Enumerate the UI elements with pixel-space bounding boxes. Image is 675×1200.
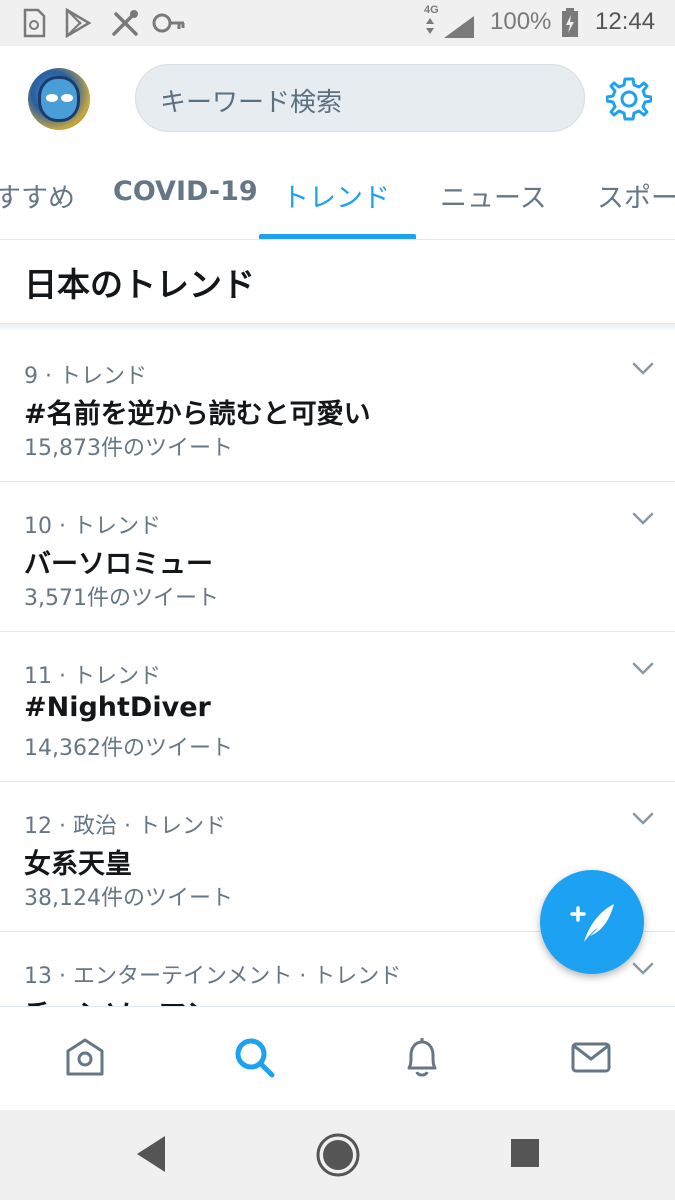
home-circle-icon[interactable] bbox=[315, 1132, 361, 1178]
trend-meta: 12 · 政治 · トレンド bbox=[24, 814, 226, 839]
network-type: 4G bbox=[424, 4, 439, 16]
trend-item[interactable]: 11 · トレンド #NightDiver 14,362件のツイート bbox=[0, 632, 675, 782]
trend-item[interactable]: 10 · トレンド バーソロミュー 3,571件のツイート bbox=[0, 482, 675, 632]
battery-charging-icon bbox=[562, 8, 578, 37]
system-navigation-bar bbox=[0, 1110, 675, 1200]
tab-covid19[interactable]: COVID-19 bbox=[113, 176, 258, 207]
bottom-navigation bbox=[0, 1006, 675, 1110]
play-store-icon bbox=[65, 8, 92, 38]
messages-icon[interactable] bbox=[569, 1035, 613, 1079]
section-header: 日本のトレンド bbox=[0, 240, 675, 324]
signal-icon bbox=[426, 16, 474, 38]
explore-tabs: すすめ COVID-19 トレンド ニュース スポー bbox=[0, 154, 675, 240]
trend-name: #NightDiver bbox=[24, 692, 211, 723]
search-placeholder: キーワード検索 bbox=[160, 88, 343, 118]
key-icon bbox=[152, 13, 185, 33]
status-bar: 4G 100% 12:44 bbox=[0, 0, 675, 46]
tab-trends[interactable]: トレンド bbox=[282, 176, 390, 215]
trend-name: チェンソーマン bbox=[24, 992, 213, 1006]
tab-sports[interactable]: スポー bbox=[597, 176, 675, 215]
trend-tweet-count: 15,873件のツイート bbox=[24, 436, 233, 461]
trend-tweet-count: 14,362件のツイート bbox=[24, 736, 233, 761]
trend-meta: 10 · トレンド bbox=[24, 514, 161, 539]
trend-name: バーソロミュー bbox=[24, 549, 213, 580]
section-divider bbox=[0, 324, 675, 332]
gear-icon[interactable] bbox=[606, 76, 652, 122]
trend-tweet-count: 3,571件のツイート bbox=[24, 586, 219, 611]
home-icon[interactable] bbox=[63, 1035, 107, 1079]
tab-news[interactable]: ニュース bbox=[440, 176, 547, 215]
chevron-down-icon[interactable] bbox=[632, 662, 654, 676]
recents-icon[interactable] bbox=[510, 1138, 540, 1168]
chevron-down-icon[interactable] bbox=[632, 812, 654, 826]
compose-tweet-button[interactable] bbox=[540, 870, 644, 974]
tools-icon bbox=[112, 10, 138, 36]
chevron-down-icon[interactable] bbox=[632, 962, 654, 976]
trend-meta: 9 · トレンド bbox=[24, 364, 147, 389]
trend-meta: 13 · エンターテインメント · トレンド bbox=[24, 964, 402, 989]
compose-feather-icon bbox=[570, 904, 614, 942]
search-input[interactable]: キーワード検索 bbox=[135, 64, 585, 132]
back-icon[interactable] bbox=[133, 1134, 169, 1174]
trend-tweet-count: 38,124件のツイート bbox=[24, 886, 233, 911]
sim-card-icon bbox=[23, 8, 46, 38]
clock: 12:44 bbox=[595, 8, 656, 35]
chevron-down-icon[interactable] bbox=[632, 512, 654, 526]
section-title: 日本のトレンド bbox=[24, 265, 255, 304]
chevron-down-icon[interactable] bbox=[632, 362, 654, 376]
avatar[interactable] bbox=[28, 68, 90, 130]
top-header: キーワード検索 bbox=[0, 46, 675, 154]
trend-name: #名前を逆から読むと可愛い bbox=[24, 399, 371, 430]
search-icon[interactable] bbox=[232, 1035, 276, 1079]
trend-meta: 11 · トレンド bbox=[24, 664, 161, 689]
tab-recommended[interactable]: すすめ bbox=[0, 176, 75, 215]
notifications-icon[interactable] bbox=[400, 1035, 444, 1079]
trend-name: 女系天皇 bbox=[24, 849, 132, 880]
battery-percent: 100% bbox=[490, 8, 552, 35]
avatar-mask-shape bbox=[38, 76, 80, 122]
trend-item[interactable]: 9 · トレンド #名前を逆から読むと可愛い 15,873件のツイート bbox=[0, 332, 675, 482]
